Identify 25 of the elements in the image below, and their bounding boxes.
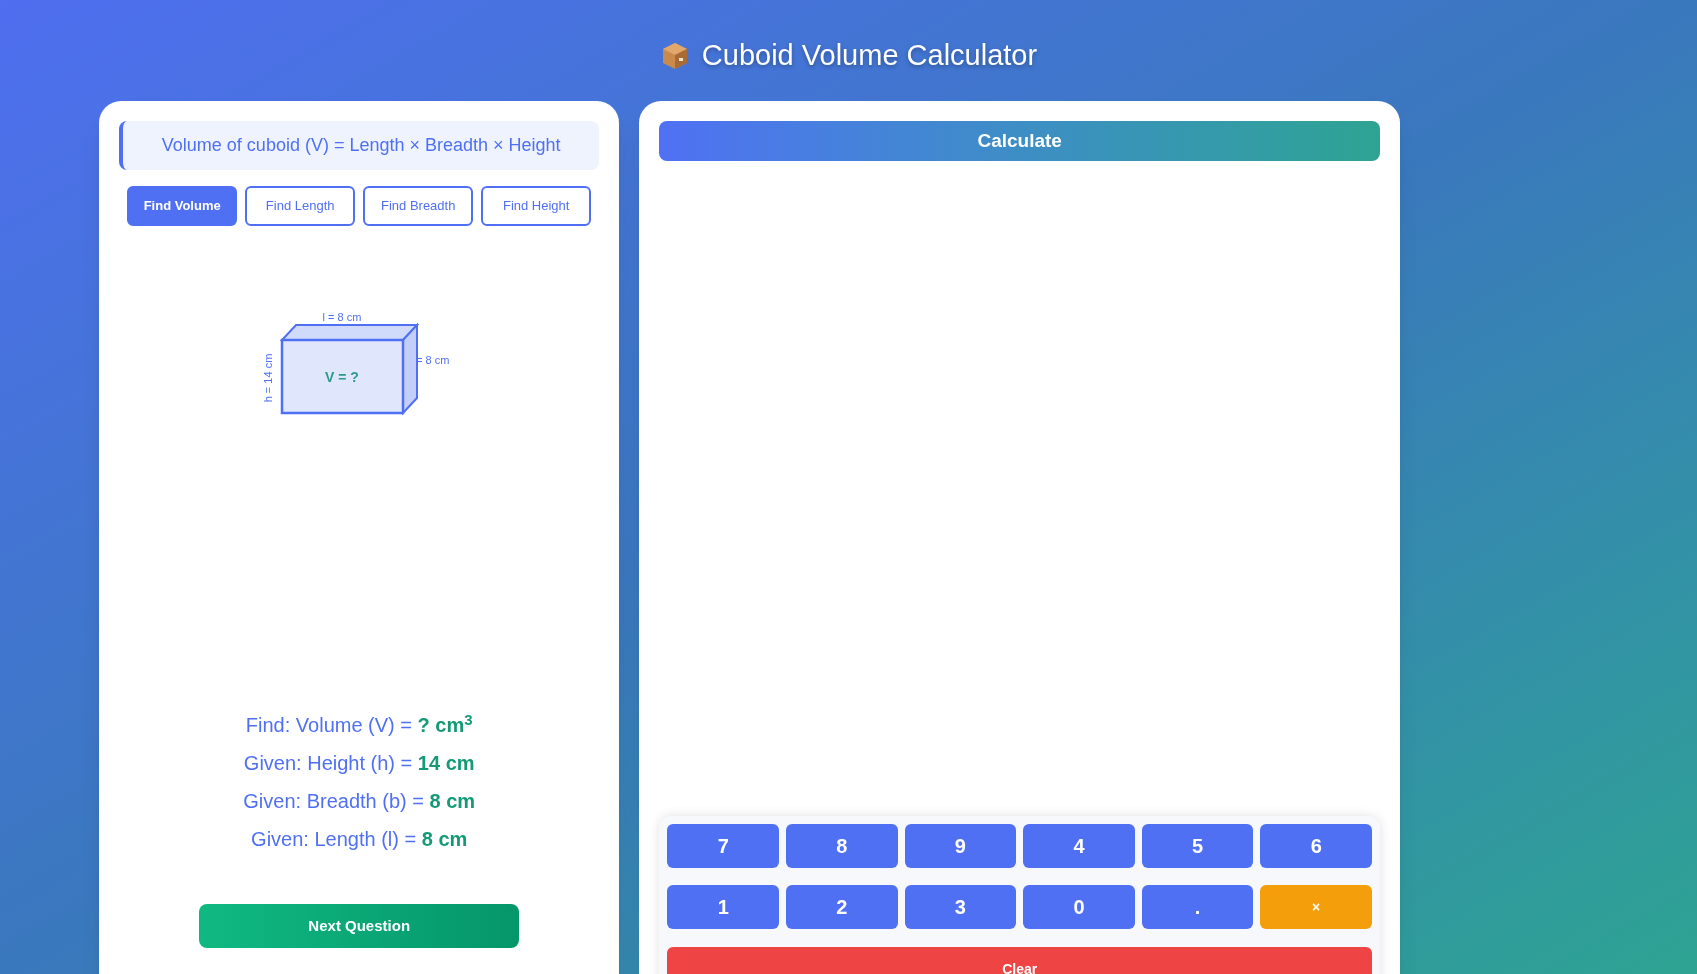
keypad-key[interactable]: 4 bbox=[1023, 823, 1135, 868]
keypad-key[interactable]: 5 bbox=[1141, 823, 1254, 868]
formula-banner: Volume of cuboid (V) = Length × Breadth × Height bbox=[119, 121, 600, 170]
keypad-key[interactable]: × bbox=[1260, 885, 1372, 930]
calculate-button[interactable]: Calculate bbox=[659, 121, 1380, 161]
page-title: Cuboid Volume Calculator bbox=[701, 38, 1038, 74]
mode-tab[interactable]: Find Volume bbox=[127, 186, 238, 226]
keypad-key[interactable]: 1 bbox=[667, 885, 779, 930]
keypad-key[interactable]: 6 bbox=[1260, 823, 1372, 868]
keypad-key[interactable]: 8 bbox=[786, 823, 898, 868]
keypad-key[interactable]: . bbox=[1141, 885, 1254, 930]
mode-tab[interactable]: Find Height bbox=[481, 186, 592, 226]
mode-tab[interactable]: Find Breadth bbox=[363, 186, 474, 226]
problem-line: Given: Height (h) = 14 cm bbox=[243, 751, 475, 776]
clear-button[interactable]: Clear bbox=[667, 946, 1372, 974]
problem-line: Given: Breadth (b) = 8 cm bbox=[243, 789, 476, 814]
keypad-key[interactable]: 9 bbox=[904, 823, 1017, 868]
next-question-button[interactable]: Next Question bbox=[199, 904, 520, 948]
keypad-key[interactable]: 2 bbox=[786, 885, 898, 930]
keypad-key[interactable]: 0 bbox=[1023, 885, 1135, 930]
mode-tab[interactable]: Find Length bbox=[245, 186, 356, 226]
keypad-key[interactable]: 7 bbox=[667, 823, 779, 868]
problem-line: Find: Volume (V) = ? cm$^{3}$ bbox=[245, 713, 473, 738]
keypad-key[interactable]: 3 bbox=[904, 885, 1017, 930]
problem-line: Given: Length (l) = 8 cm bbox=[251, 827, 468, 852]
